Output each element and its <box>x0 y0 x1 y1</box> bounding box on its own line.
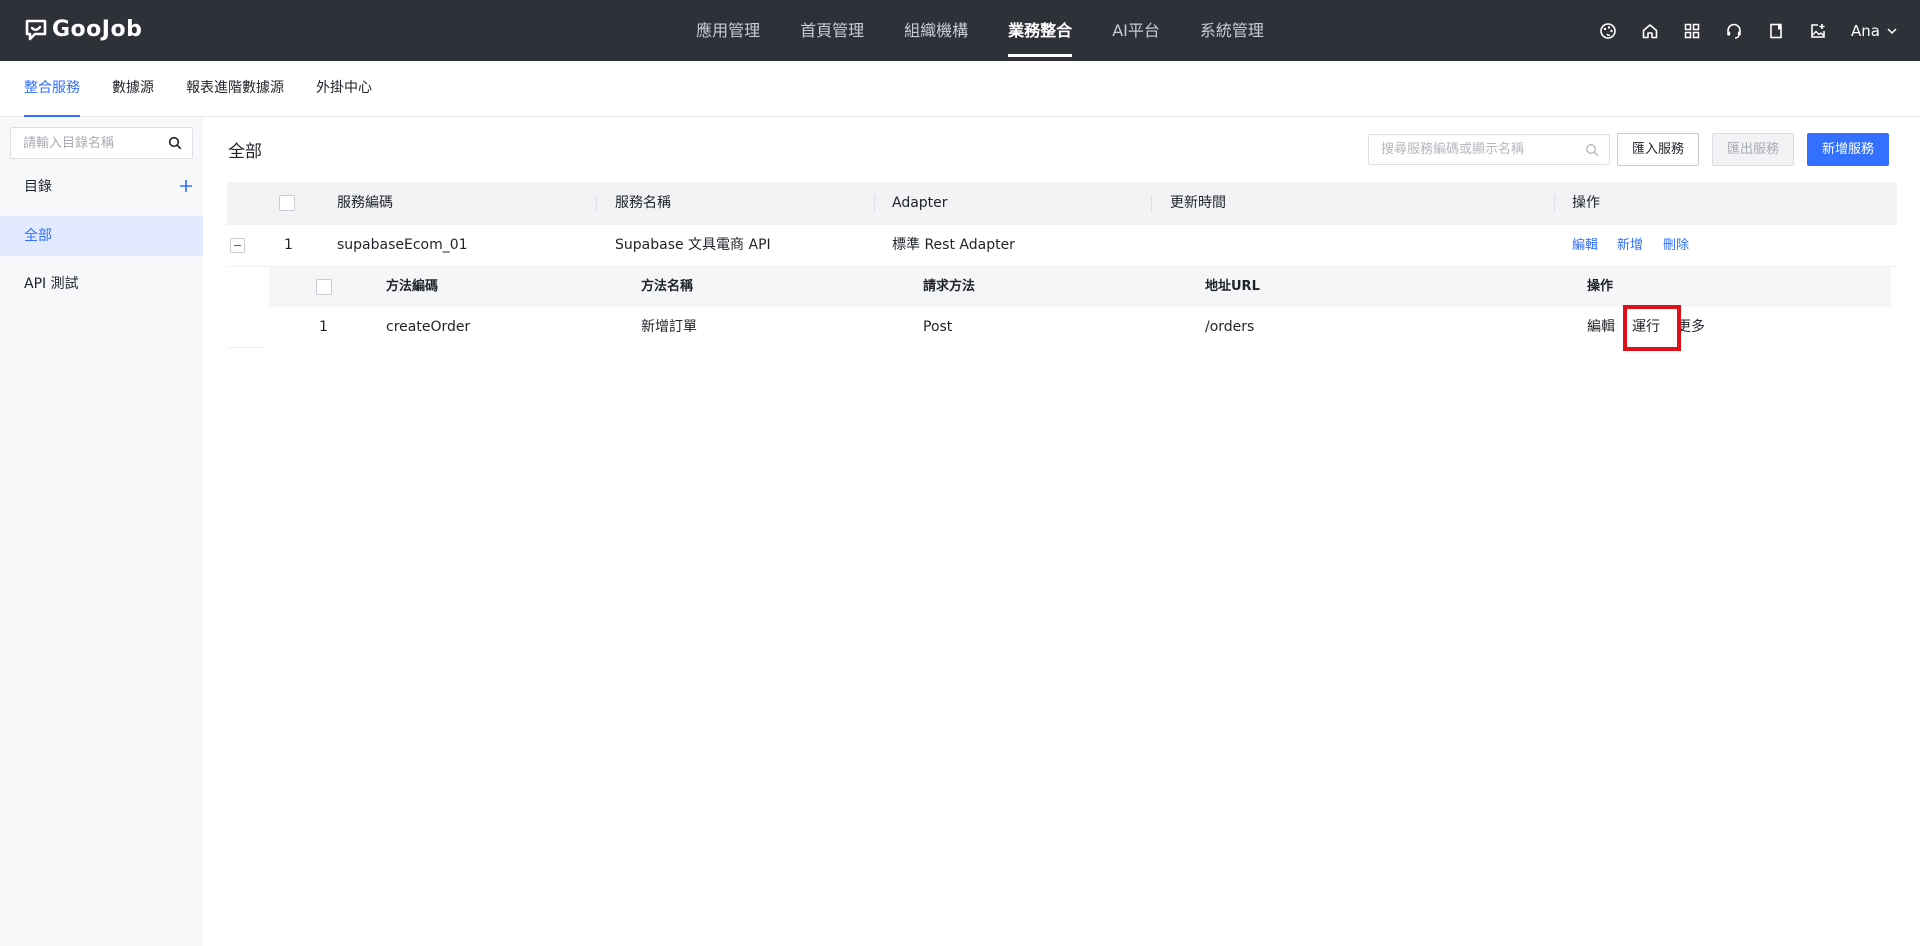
search-icon[interactable] <box>168 136 182 150</box>
add-method-link[interactable]: 新增 <box>1617 225 1643 266</box>
add-service-button[interactable]: 新增服務 <box>1807 133 1890 166</box>
nav-item-app-management[interactable]: 應用管理 <box>676 0 780 61</box>
table-row: 1 supabaseEcom_01 Supabase 文具電商 API 標準 R… <box>227 225 1897 267</box>
row-divider <box>227 347 263 348</box>
tab-plugin-center[interactable]: 外掛中心 <box>316 61 372 117</box>
nav-item-homepage-management[interactable]: 首頁管理 <box>780 0 884 61</box>
method-url: /orders <box>1205 319 1255 335</box>
highlight-box <box>1623 305 1681 351</box>
sub-tabs: 整合服務 數據源 報表進階數據源 外掛中心 <box>0 61 1920 117</box>
sidebar: 目錄 全部 API 測試 <box>0 117 203 946</box>
tab-data-sources[interactable]: 數據源 <box>112 61 154 117</box>
user-name: Ana <box>1851 21 1880 40</box>
header-method-name: 方法名稱 <box>641 279 694 294</box>
top-header: GooJob 應用管理 首頁管理 組織機構 業務整合 AI平台 系統管理 Ana <box>0 0 1920 61</box>
header-icons: Ana <box>1577 0 1898 61</box>
select-all-methods-checkbox[interactable] <box>316 279 332 295</box>
nav-item-business-integration[interactable]: 業務整合 <box>988 0 1092 61</box>
directory-search <box>10 127 193 159</box>
logo-text: GooJob <box>52 17 143 42</box>
header-service-code: 服務編碼 <box>337 195 393 211</box>
nav-item-system-management[interactable]: 系統管理 <box>1180 0 1284 61</box>
header-actions: 操作 <box>1572 195 1600 211</box>
edit-service-link[interactable]: 編輯 <box>1572 225 1598 266</box>
column-divider <box>1554 195 1555 212</box>
sidebar-item-api-test[interactable]: API 測試 <box>0 264 203 304</box>
column-divider <box>1151 195 1152 212</box>
tab-report-advanced-data-sources[interactable]: 報表進階數據源 <box>186 61 284 117</box>
directory-label: 目錄 <box>24 179 52 195</box>
edit-method-link[interactable]: 編輯 <box>1587 307 1615 347</box>
search-icon[interactable] <box>1585 143 1599 157</box>
import-service-button[interactable]: 匯入服務 <box>1617 133 1700 166</box>
select-all-checkbox[interactable] <box>279 195 295 211</box>
export-service-button[interactable]: 匯出服務 <box>1712 133 1795 166</box>
table-header: 服務編碼 服務名稱 Adapter 更新時間 操作 <box>227 182 1897 225</box>
service-search-input[interactable] <box>1369 135 1579 164</box>
request-method: Post <box>923 319 953 335</box>
chevron-down-icon <box>1887 27 1897 34</box>
column-divider <box>874 195 875 212</box>
service-name: Supabase 文具電商 API <box>615 237 771 253</box>
more-actions-link[interactable]: 更多 <box>1677 307 1705 347</box>
services-table: 服務編碼 服務名稱 Adapter 更新時間 操作 1 supabaseEcom… <box>227 182 1897 267</box>
service-code: supabaseEcom_01 <box>337 237 468 253</box>
apps-grid-icon[interactable] <box>1681 20 1703 42</box>
add-directory-icon[interactable] <box>178 178 194 194</box>
header-updated-time: 更新時間 <box>1170 195 1226 211</box>
methods-table: 方法編碼 方法名稱 請求方法 地址URL 操作 1 createOrder 新增… <box>269 267 1891 351</box>
nav-item-ai-platform[interactable]: AI平台 <box>1092 0 1180 61</box>
header-service-name: 服務名稱 <box>615 195 671 211</box>
logo[interactable]: GooJob <box>24 17 142 42</box>
home-icon[interactable] <box>1639 20 1661 42</box>
logo-icon <box>25 19 47 40</box>
book-icon[interactable] <box>1765 20 1787 42</box>
main-content: 全部 匯入服務 匯出服務 新增服務 服務編碼 服務名稱 Adapter 更新時間… <box>203 117 1920 946</box>
image-add-icon[interactable] <box>1807 20 1829 42</box>
methods-table-header: 方法編碼 方法名稱 請求方法 地址URL 操作 <box>269 267 1891 307</box>
method-code: createOrder <box>386 319 471 335</box>
header-method-code: 方法編碼 <box>386 279 439 294</box>
sidebar-item-all[interactable]: 全部 <box>0 216 203 256</box>
header-method-actions: 操作 <box>1587 279 1614 294</box>
palette-icon[interactable] <box>1597 20 1619 42</box>
header-adapter: Adapter <box>892 195 948 211</box>
nav-item-organization[interactable]: 組織機構 <box>884 0 988 61</box>
delete-service-link[interactable]: 刪除 <box>1663 225 1689 266</box>
page-title: 全部 <box>228 142 262 162</box>
row-index: 1 <box>284 237 293 253</box>
service-search <box>1368 134 1610 165</box>
support-headset-icon[interactable] <box>1723 20 1745 42</box>
tab-integration-services[interactable]: 整合服務 <box>24 61 80 117</box>
service-adapter: 標準 Rest Adapter <box>892 237 1015 253</box>
table-row: 1 createOrder 新增訂單 Post /orders 編輯 運行 更多 <box>269 305 1891 351</box>
method-name: 新增訂單 <box>641 319 697 335</box>
directory-header: 目錄 <box>24 174 194 198</box>
header-address-url: 地址URL <box>1205 279 1260 294</box>
collapse-row-toggle[interactable] <box>230 238 245 253</box>
directory-search-input[interactable] <box>11 129 161 157</box>
user-menu[interactable]: Ana <box>1851 22 1898 40</box>
column-divider <box>596 195 597 212</box>
header-request-method: 請求方法 <box>923 279 976 294</box>
method-index: 1 <box>319 319 328 335</box>
